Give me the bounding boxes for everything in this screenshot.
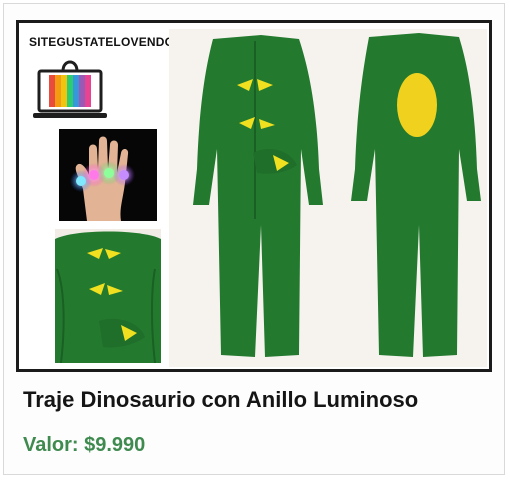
costume-detail-photo (55, 229, 161, 363)
product-card: SITEGUSTATELOVENDOATI Traje Dinosaurio c… (3, 3, 505, 475)
product-image-frame: SITEGUSTATELOVENDOATI (16, 20, 492, 372)
shopping-bag-laptop-icon (33, 60, 107, 118)
product-title: Traje Dinosaurio con Anillo Luminoso (23, 387, 419, 412)
luminous-rings-photo (59, 129, 157, 221)
product-price: Valor: $9.990 (23, 434, 146, 456)
costume-main-photo (169, 29, 487, 367)
